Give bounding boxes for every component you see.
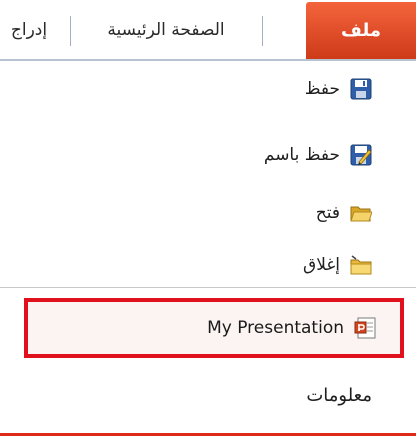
menu-item-save-as-label: حفظ باسم (263, 145, 340, 165)
menu-item-info-label: معلومات (306, 384, 372, 406)
menu-item-open[interactable]: فتح (0, 189, 416, 237)
menu-item-save[interactable]: حفظ (0, 65, 416, 113)
tab-separator (262, 16, 263, 46)
tab-insert-label: إدراج (10, 20, 48, 40)
menu-item-open-label: فتح (315, 203, 340, 223)
menu-item-save-as[interactable]: حفظ باسم (0, 131, 416, 179)
tab-insert[interactable]: إدراج (8, 10, 50, 50)
tab-home[interactable]: الصفحة الرئيسية (96, 10, 236, 50)
close-folder-icon (350, 254, 372, 276)
menu-item-save-label: حفظ (304, 79, 340, 99)
menu-item-info[interactable]: معلومات (0, 365, 416, 425)
save-as-icon (350, 144, 372, 166)
tab-home-label: الصفحة الرئيسية (107, 20, 225, 40)
recent-document-my-presentation[interactable]: My Presentation (24, 298, 404, 358)
open-folder-icon (350, 202, 372, 224)
floppy-disk-icon (350, 78, 372, 100)
backstage-menu: حفظ حفظ باسم فتح إغلاق My Presentation م… (0, 61, 416, 436)
menu-item-close[interactable]: إغلاق (0, 241, 416, 289)
powerpoint-file-icon (354, 317, 376, 339)
ribbon-tab-bar: إدراج الصفحة الرئيسية ملف (0, 0, 416, 61)
menu-item-close-label: إغلاق (303, 255, 340, 275)
tab-file-label: ملف (341, 20, 381, 41)
tab-separator (70, 16, 71, 46)
recent-document-label: My Presentation (207, 318, 344, 338)
tab-file[interactable]: ملف (306, 2, 416, 60)
menu-divider (0, 287, 416, 288)
file-backstage-view: إدراج الصفحة الرئيسية ملف حفظ حفظ باسم ف… (0, 0, 416, 436)
